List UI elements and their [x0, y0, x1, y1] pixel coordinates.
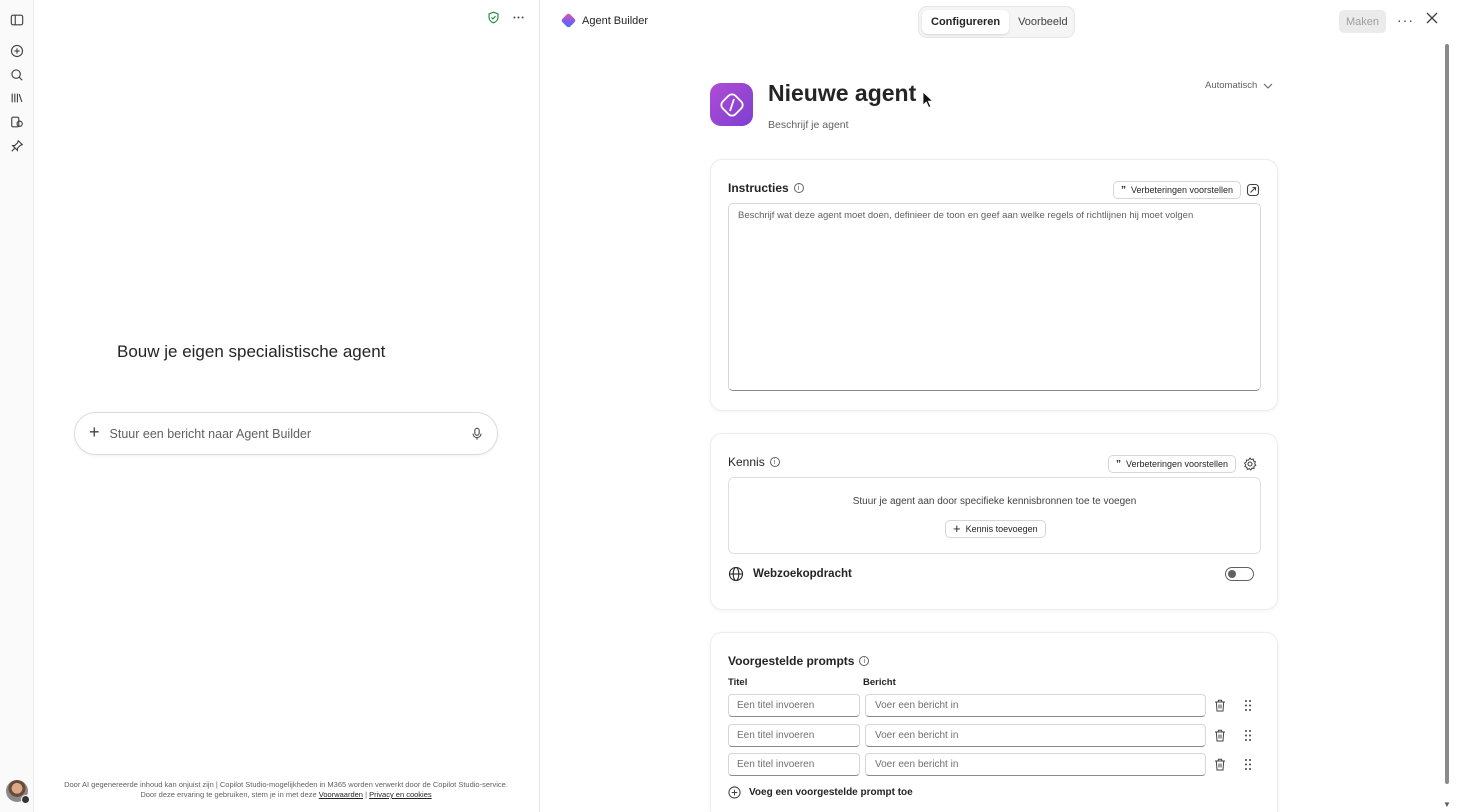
knowledge-suggest-button[interactable]: ” Verbeteringen voorstellen: [1108, 455, 1237, 473]
column-header-title: Titel: [728, 677, 748, 688]
web-search-toggle[interactable]: [1225, 567, 1254, 581]
pin-icon[interactable]: [9, 138, 25, 154]
prompt-message-input[interactable]: Voer een bericht in: [865, 694, 1206, 717]
prompt-message-input[interactable]: Voer een bericht in: [865, 724, 1206, 747]
agent-title[interactable]: Nieuwe agent: [768, 80, 916, 107]
web-search-label: Webzoekopdracht: [753, 568, 852, 580]
composer-input[interactable]: Stuur een bericht naar Agent Builder: [110, 427, 471, 441]
info-icon[interactable]: i: [769, 457, 780, 467]
chat-pane: Bouw je eigen specialistische agent + St…: [35, 0, 540, 812]
add-circle-icon: [728, 786, 741, 799]
trash-icon[interactable]: [1214, 758, 1226, 771]
knowledge-dropzone: Stuur je agent aan door specifieke kenni…: [728, 477, 1261, 554]
tab-configureren[interactable]: Configureren: [922, 10, 1010, 34]
more-options-icon[interactable]: ···: [1397, 12, 1414, 28]
quote-icon: ”: [1116, 458, 1121, 470]
prompt-row: Een titel invoeren Voer een bericht in: [728, 724, 1263, 747]
left-rail: [0, 0, 34, 812]
add-suggested-prompt-button[interactable]: Voeg een voorgestelde prompt toe: [728, 786, 913, 799]
more-options-icon[interactable]: [512, 11, 525, 24]
info-icon[interactable]: i: [793, 183, 804, 193]
drag-handle-icon[interactable]: [1243, 729, 1253, 742]
prompt-title-input[interactable]: Een titel invoeren: [728, 724, 860, 747]
knowledge-suggest-label: Verbeteringen voorstellen: [1126, 459, 1229, 469]
add-knowledge-label: Kennis toevoegen: [965, 524, 1038, 534]
add-knowledge-button[interactable]: + Kennis toevoegen: [945, 520, 1046, 538]
chevron-down-icon: [1263, 83, 1273, 89]
instructions-suggest-label: Verbeteringen voorstellen: [1131, 185, 1234, 195]
prompt-title-input[interactable]: Een titel invoeren: [728, 753, 860, 776]
instructions-title: Instructies i: [728, 181, 804, 195]
expand-editor-icon[interactable]: [1246, 183, 1260, 197]
mode-switch: Configureren Voorbeeld: [918, 6, 1075, 38]
prompts-title-text: Voorgestelde prompts: [728, 654, 855, 668]
mouse-cursor-icon: [922, 91, 934, 109]
trash-icon[interactable]: [1214, 729, 1226, 742]
disclaimer-text: Door AI gegenereerde inhoud kan onjuist …: [64, 780, 508, 799]
agent-builder-logo-icon: [560, 12, 577, 29]
app-brand: Agent Builder: [560, 12, 649, 29]
prompts-title: Voorgestelde prompts i: [728, 654, 870, 668]
add-attachment-icon[interactable]: +: [89, 422, 100, 443]
quote-icon: ”: [1121, 184, 1126, 196]
knowledge-empty-text: Stuur je agent aan door specifieke kenni…: [852, 496, 1137, 507]
avatar-status-badge: [21, 795, 30, 804]
microphone-icon[interactable]: [471, 427, 483, 441]
knowledge-title: Kennis i: [728, 455, 780, 469]
prompt-message-input[interactable]: Voer een bericht in: [865, 753, 1206, 776]
search-icon[interactable]: [9, 67, 25, 83]
gear-icon[interactable]: [1243, 457, 1257, 471]
suggested-prompts-card: Voorgestelde prompts i Titel Bericht Een…: [710, 632, 1278, 812]
agent-icon[interactable]: [710, 83, 753, 126]
globe-icon: [728, 566, 744, 582]
agent-description[interactable]: Beschrijf je agent: [768, 119, 849, 131]
column-header-message: Bericht: [863, 677, 896, 688]
avatar[interactable]: [6, 780, 30, 804]
terms-link[interactable]: Voorwaarden: [319, 790, 363, 799]
trash-icon[interactable]: [1214, 699, 1226, 712]
scrollbar[interactable]: [1445, 44, 1449, 784]
builder-pane: Agent Builder Configureren Voorbeeld Mak…: [541, 0, 1462, 812]
model-select-value: Automatisch: [1205, 80, 1258, 91]
app-name: Agent Builder: [582, 14, 649, 27]
prompt-title-input[interactable]: Een titel invoeren: [728, 694, 860, 717]
chat-toolbar: [487, 11, 525, 24]
knowledge-title-text: Kennis: [728, 455, 765, 469]
prompt-row: Een titel invoeren Voer een bericht in: [728, 753, 1263, 776]
privacy-link[interactable]: Privacy en cookies: [369, 790, 432, 799]
instructions-card: Instructies i ” Verbeteringen voorstelle…: [710, 159, 1278, 411]
scroll-down-arrow-icon[interactable]: ▼: [1443, 800, 1451, 809]
tab-voorbeeld[interactable]: Voorbeeld: [1009, 10, 1077, 34]
instructions-textarea[interactable]: Beschrijf wat deze agent moet doen, defi…: [728, 203, 1261, 391]
plus-icon: +: [953, 520, 961, 536]
chat-composer[interactable]: + Stuur een bericht naar Agent Builder: [74, 412, 498, 455]
info-icon[interactable]: i: [859, 656, 870, 666]
model-select[interactable]: Automatisch: [1205, 80, 1273, 91]
disclaimer: Door AI gegenereerde inhoud kan onjuist …: [64, 780, 508, 799]
knowledge-card: Kennis i ” Verbeteringen voorstellen Stu…: [710, 433, 1278, 610]
shield-check-icon[interactable]: [487, 11, 500, 24]
web-search-row: Webzoekopdracht: [728, 565, 1261, 583]
chat-heading: Bouw je eigen specialistische agent: [117, 342, 386, 361]
add-suggested-prompt-label: Voeg een voorgestelde prompt toe: [749, 787, 913, 798]
prompt-row: Een titel invoeren Voer een bericht in: [728, 694, 1263, 717]
drag-handle-icon[interactable]: [1243, 699, 1253, 712]
new-chat-icon[interactable]: [9, 43, 25, 59]
library-icon[interactable]: [9, 90, 25, 106]
close-icon[interactable]: [1425, 11, 1439, 25]
agents-icon[interactable]: [9, 114, 25, 130]
create-button[interactable]: Maken: [1339, 10, 1386, 33]
drag-handle-icon[interactable]: [1243, 758, 1253, 771]
sidebar-toggle-icon[interactable]: [9, 12, 25, 28]
builder-header: Agent Builder Configureren Voorbeeld Mak…: [541, 0, 1462, 44]
instructions-suggest-button[interactable]: ” Verbeteringen voorstellen: [1113, 181, 1242, 199]
instructions-title-text: Instructies: [728, 181, 789, 195]
